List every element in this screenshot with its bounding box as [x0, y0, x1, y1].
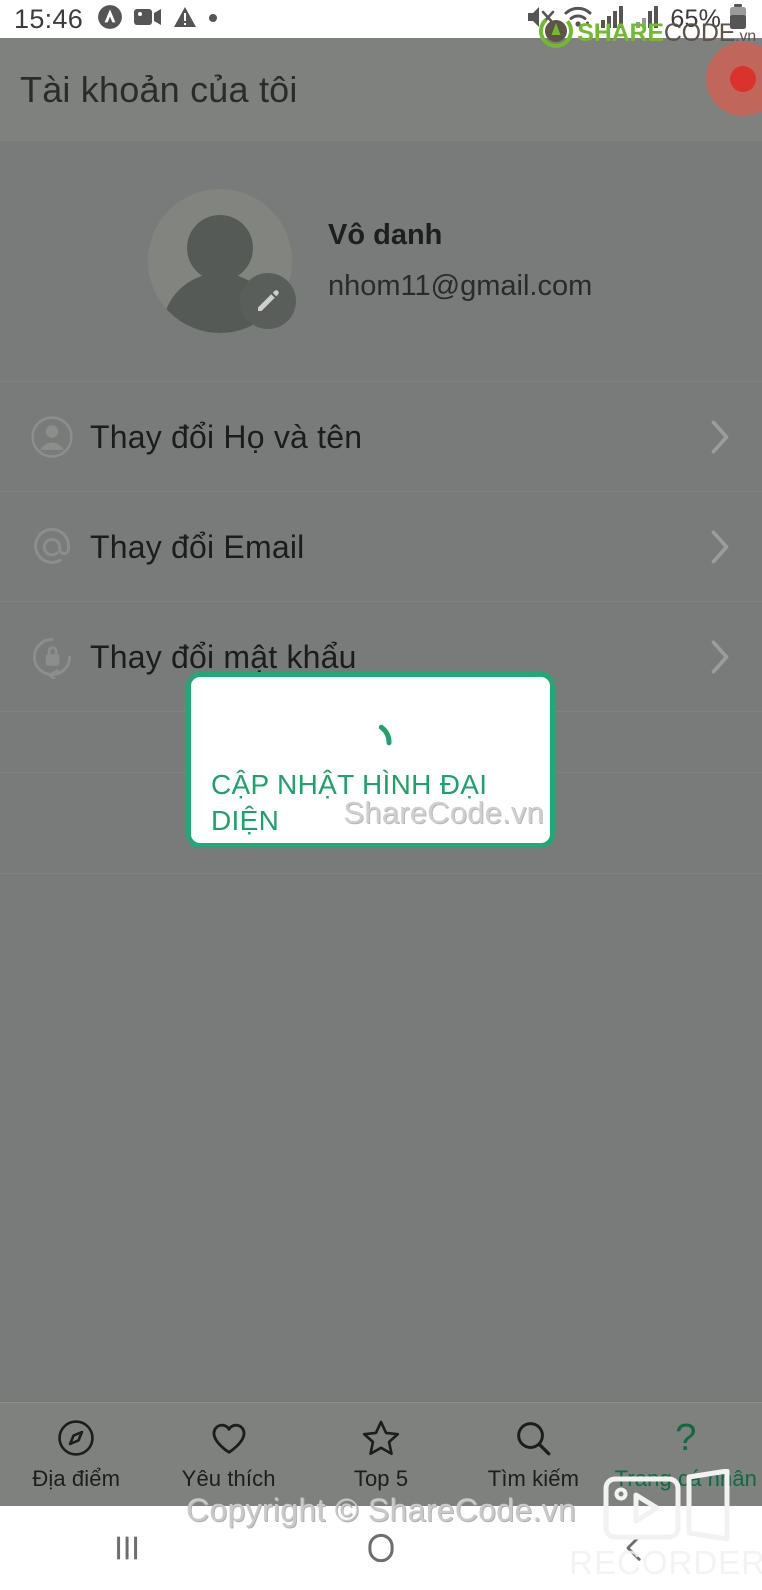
status-left-icons [97, 4, 218, 35]
screen-recorder-icon [134, 7, 162, 32]
nav-item-profile[interactable]: ? Trang cá nhân [610, 1403, 762, 1506]
sharecode-share-text: SHARE [577, 19, 664, 47]
dialog-message: CẬP NHẬT HÌNH ĐẠI DIỆN [211, 769, 488, 836]
nav-item-top5[interactable]: Top 5 [305, 1403, 457, 1506]
nav-item-places[interactable]: Địa điểm [0, 1403, 152, 1506]
nav-item-label: Trang cá nhân [614, 1465, 757, 1491]
list-item-change-email[interactable]: Thay đổi Email [0, 492, 762, 601]
heart-icon [208, 1418, 250, 1458]
compass-icon [55, 1418, 97, 1458]
list-item-label: Thay đổi Email [90, 528, 305, 565]
profile-email: nhom11@gmail.com [328, 270, 593, 302]
nav-item-label: Top 5 [353, 1465, 409, 1491]
back-icon[interactable] [508, 1531, 762, 1565]
question-mark-icon: ? [675, 1418, 696, 1458]
home-icon[interactable] [254, 1529, 508, 1567]
recents-icon[interactable] [0, 1531, 254, 1565]
avatar-wrapper[interactable] [148, 189, 296, 333]
warning-icon [173, 6, 197, 33]
list-item-change-name[interactable]: Thay đổi Họ và tên [0, 382, 762, 491]
loading-spinner-icon [348, 719, 394, 770]
progress-dialog: CẬP NHẬT HÌNH ĐẠI DIỆN ShareCode.vn [186, 672, 555, 848]
list-item-label: Thay đổi Họ và tên [90, 418, 363, 455]
star-icon [360, 1418, 402, 1458]
assistant-icon [97, 4, 123, 35]
chevron-right-icon [700, 419, 740, 455]
system-navigation-bar [0, 1506, 762, 1590]
nav-item-label: Tìm kiếm [487, 1465, 580, 1491]
dot-icon [208, 10, 218, 28]
record-dot-core [730, 66, 756, 92]
profile-name: Vô danh [328, 219, 443, 251]
profile-header[interactable]: Vô danh nhom11@gmail.com [0, 141, 762, 381]
chevron-right-icon [700, 639, 740, 675]
sharecode-tld-text: .vn [735, 28, 756, 45]
lock-reset-icon [14, 635, 90, 679]
nav-item-favorites[interactable]: Yêu thích [152, 1403, 304, 1506]
sharecode-wordmark: SHARE CODE .vn [577, 19, 756, 48]
profile-texts: Vô danh nhom11@gmail.com [328, 219, 592, 303]
sharecode-code-text: CODE [663, 19, 736, 47]
phone-screen: 15:46 65% SHARE CODE .vn Tài khoản của t… [0, 0, 762, 1590]
divider [0, 873, 762, 874]
app-bar: Tài khoản của tôi [0, 38, 762, 141]
question-mark-glyph: ? [675, 1416, 697, 1459]
sharecode-mark-icon [539, 14, 574, 53]
status-clock: 15:46 [14, 3, 84, 34]
list-item-label: Thay đổi mật khẩu [90, 638, 357, 675]
nav-item-label: Địa điểm [32, 1465, 120, 1491]
nav-item-label: Yêu thích [181, 1465, 276, 1491]
chevron-right-icon [700, 529, 740, 565]
bottom-navigation: Địa điểm Yêu thích Top 5 Tìm kiếm ? Tran… [0, 1402, 762, 1506]
page-title: Tài khoản của tôi [20, 68, 298, 110]
at-sign-icon [14, 525, 90, 569]
pencil-icon[interactable] [240, 273, 296, 329]
nav-item-search[interactable]: Tìm kiếm [457, 1403, 609, 1506]
sharecode-logo: SHARE CODE .vn [539, 14, 756, 53]
person-circle-icon [14, 415, 90, 459]
search-icon [512, 1418, 554, 1458]
avatar-head [187, 215, 253, 281]
